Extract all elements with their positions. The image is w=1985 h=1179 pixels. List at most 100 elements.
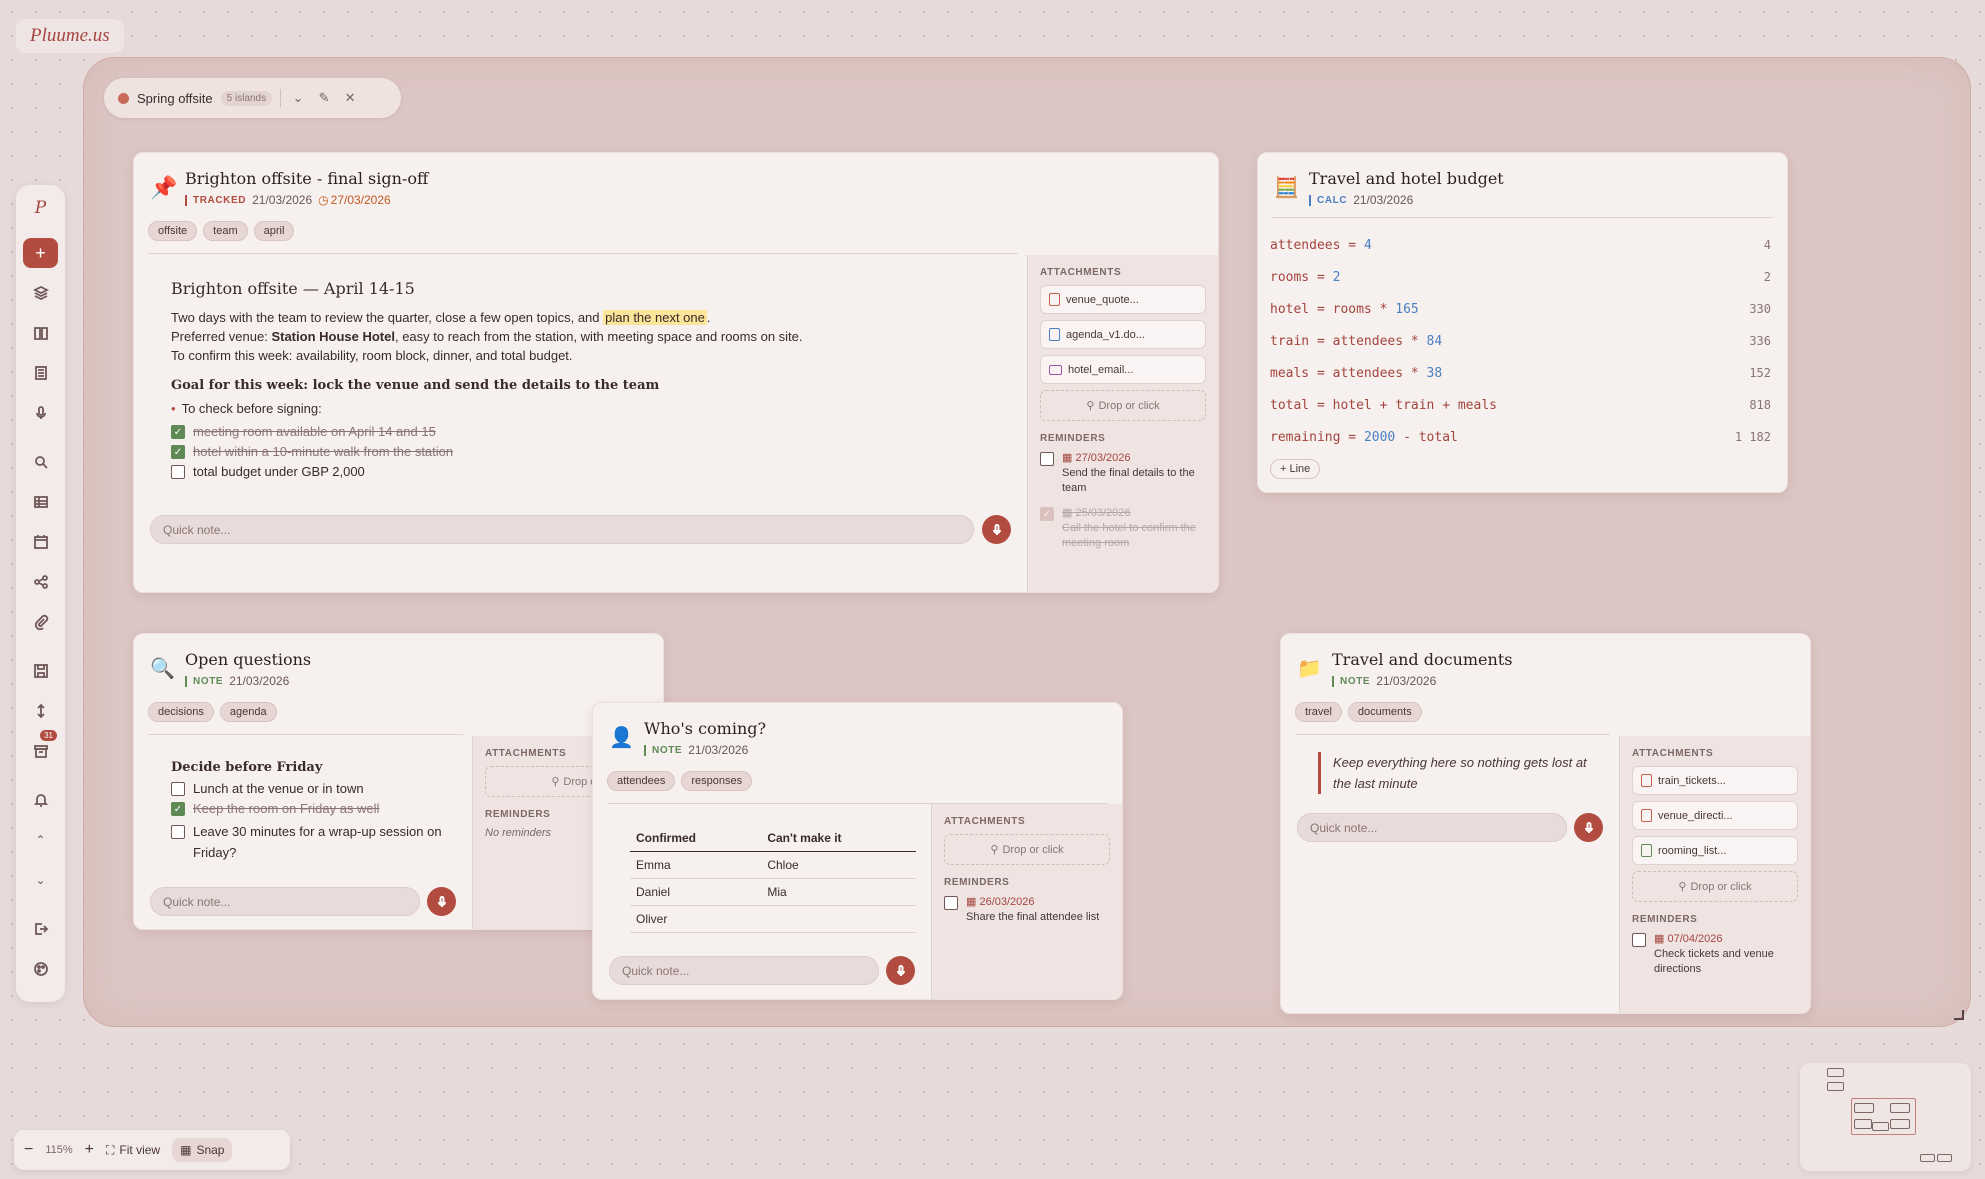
quick-note-input[interactable]: Quick note... xyxy=(150,887,420,916)
table-cell[interactable]: Mia xyxy=(761,878,916,906)
app-logo[interactable]: Pluume.us xyxy=(16,19,124,53)
microphone-icon[interactable] xyxy=(427,887,456,916)
card-title[interactable]: Travel and hotel budget xyxy=(1309,169,1504,188)
checkbox[interactable] xyxy=(171,465,185,479)
card-travel-documents[interactable]: 📁 Travel and documents NOTE 21/03/2026 t… xyxy=(1280,633,1811,1014)
attachment[interactable]: agenda_v1.do... xyxy=(1040,320,1206,349)
calc-row[interactable]: train = attendees * 84 336 xyxy=(1270,325,1771,357)
resize-handle[interactable] xyxy=(1954,1010,1964,1020)
checkbox[interactable]: ✓ xyxy=(171,802,185,816)
document-icon[interactable] xyxy=(23,358,58,388)
microphone-icon[interactable] xyxy=(1574,813,1603,842)
add-icon[interactable]: + xyxy=(23,238,58,268)
chevron-down-icon[interactable]: ⌄ xyxy=(23,865,58,895)
minimap[interactable] xyxy=(1800,1063,1971,1171)
note-body[interactable]: Decide before Friday Lunch at the venue … xyxy=(171,760,451,868)
quick-note-input[interactable]: Quick note... xyxy=(150,515,974,544)
calc-row[interactable]: attendees = 44 xyxy=(1270,229,1771,261)
quick-note-input[interactable]: Quick note... xyxy=(609,956,879,985)
table-cell[interactable]: Oliver xyxy=(630,905,762,933)
note-body[interactable]: Brighton offsite — April 14-15 Two days … xyxy=(171,279,991,484)
share-icon[interactable] xyxy=(23,567,58,597)
calc-row[interactable]: meals = attendees * 38 152 xyxy=(1270,357,1771,389)
archive-icon[interactable]: 31 xyxy=(23,730,58,766)
kind-badge: TRACKED xyxy=(185,194,246,206)
chevron-down-icon[interactable]: ⌄ xyxy=(289,90,307,106)
zoom-out-icon[interactable]: − xyxy=(24,1141,33,1159)
due-date[interactable]: 27/03/2026 xyxy=(331,193,391,207)
attendee-table[interactable]: Confirmed Can't make it Emma Chloe Daniel M… xyxy=(630,825,916,933)
microphone-icon[interactable] xyxy=(23,398,58,428)
check-item: Leave 30 minutes for a wrap-up session o… xyxy=(193,824,442,860)
card-brighton-offsite[interactable]: 📌 Brighton offsite - final sign-off TRAC… xyxy=(133,152,1219,593)
snap-button[interactable]: ▦ Snap xyxy=(172,1138,233,1162)
zoom-in-icon[interactable]: + xyxy=(85,1141,94,1159)
microphone-icon[interactable] xyxy=(982,515,1011,544)
attachment[interactable]: train_tickets... xyxy=(1632,766,1798,795)
checkbox[interactable] xyxy=(1632,933,1646,947)
card-travel-budget[interactable]: 🧮 Travel and hotel budget CALC 21/03/202… xyxy=(1257,152,1788,493)
tag[interactable]: documents xyxy=(1347,702,1422,722)
drop-zone[interactable]: ⚲ Drop or click xyxy=(1040,390,1206,421)
card-title[interactable]: Travel and documents xyxy=(1332,650,1512,669)
fit-view-button[interactable]: ⛶ Fit view xyxy=(106,1143,160,1158)
microphone-icon[interactable] xyxy=(886,956,915,985)
attachment[interactable]: venue_quote... xyxy=(1040,285,1206,314)
goal-heading: Goal for this week: lock the venue and s… xyxy=(171,378,660,393)
calc-row[interactable]: remaining = 2000 - total 1 182 xyxy=(1270,421,1771,453)
drop-zone[interactable]: ⚲ Drop or click xyxy=(1632,871,1798,902)
table-cell[interactable]: Chloe xyxy=(761,851,916,879)
tag[interactable]: agenda xyxy=(219,702,277,722)
checkbox[interactable]: ✓ xyxy=(171,425,185,439)
checkbox[interactable] xyxy=(944,896,958,910)
quick-note-input[interactable]: Quick note... xyxy=(1297,813,1567,842)
drop-zone[interactable]: ⚲ Drop or click xyxy=(944,834,1110,865)
calendar-icon[interactable] xyxy=(23,527,58,557)
card-title[interactable]: Open questions xyxy=(185,650,311,669)
tag[interactable]: responses xyxy=(681,771,753,791)
paperclip-icon[interactable] xyxy=(23,607,58,637)
card-title[interactable]: Who's coming? xyxy=(644,719,766,738)
logout-icon[interactable] xyxy=(23,914,58,944)
close-icon[interactable]: ✕ xyxy=(341,90,359,106)
calc-table[interactable]: attendees = 44 rooms = 22 hotel = rooms … xyxy=(1270,229,1771,479)
sidebar-logo[interactable]: P xyxy=(23,193,58,223)
card-open-questions[interactable]: 🔍 Open questions NOTE 21/03/2026 decisio… xyxy=(133,633,664,930)
save-icon[interactable] xyxy=(23,656,58,686)
chevron-up-icon[interactable]: ⌃ xyxy=(23,825,58,855)
palette-icon[interactable] xyxy=(23,954,58,984)
checkbox[interactable]: ✓ xyxy=(1040,507,1054,521)
tag[interactable]: travel xyxy=(1295,702,1342,722)
checkbox[interactable]: ✓ xyxy=(171,445,185,459)
tag[interactable]: april xyxy=(253,221,295,241)
group-name[interactable]: Spring offsite xyxy=(137,91,213,106)
calc-row[interactable]: hotel = rooms * 165 330 xyxy=(1270,293,1771,325)
tag[interactable]: attendees xyxy=(607,771,676,791)
table-cell[interactable] xyxy=(761,905,916,933)
calc-row[interactable]: total = hotel + train + meals 818 xyxy=(1270,389,1771,421)
attachment[interactable]: venue_directi... xyxy=(1632,801,1798,830)
attachment[interactable]: rooming_list... xyxy=(1632,836,1798,865)
calc-row[interactable]: rooms = 22 xyxy=(1270,261,1771,293)
checkbox[interactable] xyxy=(171,825,185,839)
quote-block[interactable]: Keep everything here so nothing gets los… xyxy=(1318,752,1598,794)
table-cell[interactable]: Daniel xyxy=(630,878,762,906)
layers-icon[interactable] xyxy=(23,278,58,308)
sort-icon[interactable] xyxy=(23,696,58,726)
table-cell[interactable]: Emma xyxy=(630,851,762,879)
add-line-button[interactable]: + Line xyxy=(1270,459,1321,479)
checkbox[interactable] xyxy=(1040,452,1054,466)
tag[interactable]: team xyxy=(203,221,248,241)
card-whos-coming[interactable]: 👤 Who's coming? NOTE 21/03/2026 attendee… xyxy=(592,702,1123,1000)
book-icon[interactable] xyxy=(23,318,58,348)
card-title[interactable]: Brighton offsite - final sign-off xyxy=(185,169,428,188)
table-icon[interactable] xyxy=(23,487,58,517)
tag[interactable]: offsite xyxy=(148,221,198,241)
bell-icon[interactable] xyxy=(23,785,58,815)
tag[interactable]: decisions xyxy=(148,702,214,722)
attachment[interactable]: hotel_email... xyxy=(1040,355,1206,384)
minimap-island xyxy=(1920,1154,1935,1162)
search-icon[interactable] xyxy=(23,447,58,477)
checkbox[interactable] xyxy=(171,782,185,796)
edit-icon[interactable]: ✎ xyxy=(315,90,333,106)
